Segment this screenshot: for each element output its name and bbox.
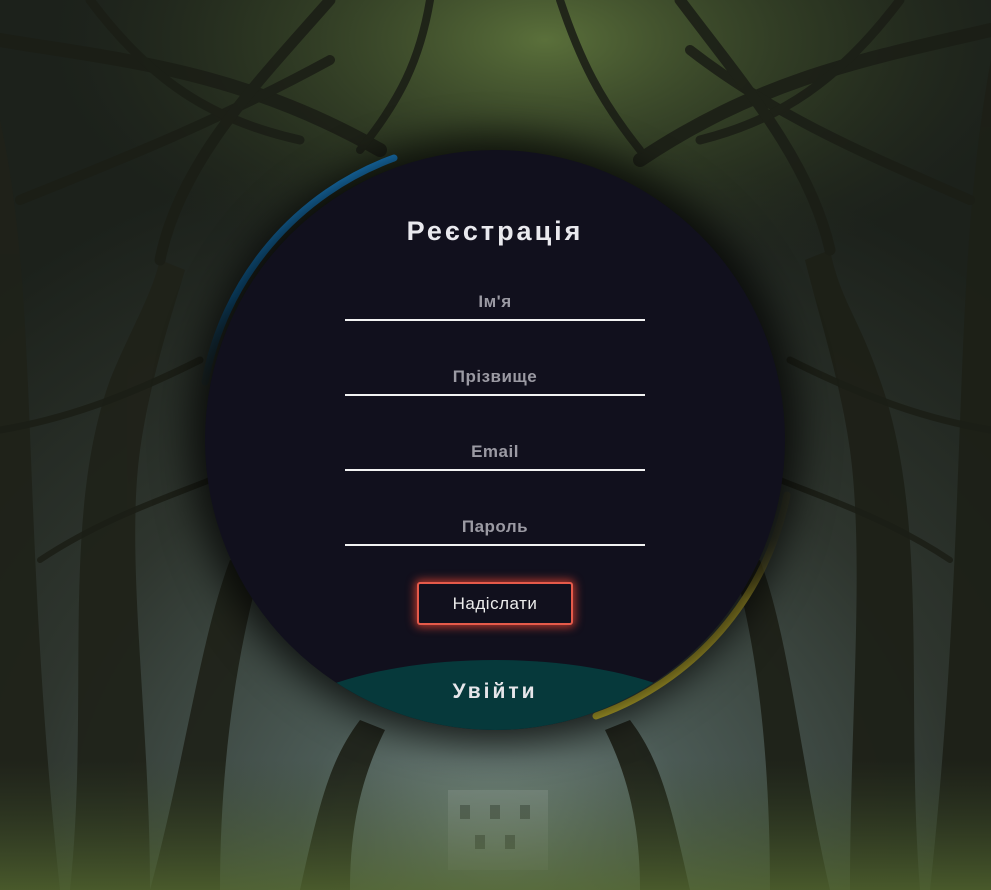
registration-card: Реєстрація Надіслати Увійти <box>205 150 785 730</box>
first-name-input[interactable] <box>345 285 645 321</box>
password-input[interactable] <box>345 510 645 546</box>
login-label: Увійти <box>452 680 538 703</box>
form-title: Реєстрація <box>406 216 584 246</box>
submit-button[interactable]: Надіслати <box>417 582 573 625</box>
last-name-input[interactable] <box>345 360 645 396</box>
email-input[interactable] <box>345 435 645 471</box>
login-button[interactable]: Увійти <box>245 660 745 730</box>
